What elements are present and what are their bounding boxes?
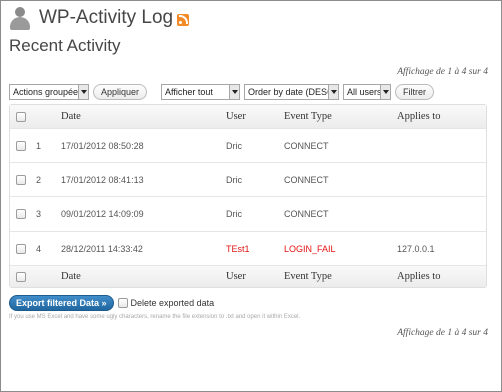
table-row: 2 17/01/2012 08:41:13 Dric CONNECT [10,162,486,196]
column-footer-date[interactable]: Date [61,266,81,287]
row-number: 1 [36,140,42,151]
users-select[interactable]: All users [343,84,392,100]
header: WP-Activity Log [9,5,190,31]
delete-exported-data-label: Delete exported data [130,298,215,308]
row-checkbox[interactable] [16,243,26,254]
row-user: Dric [226,209,242,219]
column-header-applies-to[interactable]: Applies to [397,105,440,128]
chevron-down-icon [380,85,391,99]
chevron-down-icon [328,85,339,99]
select-all-checkbox[interactable] [16,111,26,122]
row-date: 09/01/2012 14:09:09 [61,209,144,219]
table-footer-row: Date User Event Type Applies to [10,265,486,287]
select-all-checkbox-footer[interactable] [16,271,26,282]
column-footer-event-type[interactable]: Event Type [284,266,332,287]
row-number: 2 [36,174,42,185]
row-number: 3 [36,209,42,219]
user-avatar-icon [9,6,31,30]
toolbar: Actions groupées Appliquer Afficher tout… [9,83,435,101]
order-select[interactable]: Order by date (DESC) [244,84,340,100]
row-date: 17/01/2012 08:41:13 [61,174,144,185]
export-filtered-data-button[interactable]: Export filtered Data » [9,295,114,311]
row-checkbox[interactable] [16,174,26,185]
row-user: Dric [226,174,242,185]
row-applies-to: 127.0.0.1 [397,243,435,254]
pagination-info-top: Affichage de 1 à 4 sur 4 [397,67,488,77]
row-date: 17/01/2012 08:50:28 [61,140,144,151]
chevron-down-icon [78,85,88,99]
column-footer-user[interactable]: User [226,266,246,287]
row-checkbox[interactable] [16,209,26,219]
users-label: All users [347,87,382,97]
table-row: 3 09/01/2012 14:09:09 Dric CONNECT [10,196,486,231]
order-label: Order by date (DESC) [248,87,337,97]
row-checkbox[interactable] [16,140,26,151]
row-event-type: CONNECT [284,209,329,219]
column-header-event-type[interactable]: Event Type [284,105,332,128]
page-title: Recent Activity [9,36,121,55]
show-filter-label: Afficher tout [165,87,213,97]
row-event-type: LOGIN_FAIL [284,243,336,254]
excel-hint-text: If you use MS Excel and have some ugly c… [9,314,301,320]
pagination-info-bottom: Affichage de 1 à 4 sur 4 [397,328,488,338]
column-header-date[interactable]: Date [61,105,81,128]
table-row: 4 28/12/2011 14:33:42 TEst1 LOGIN_FAIL 1… [10,231,486,265]
export-area: Export filtered Data » Delete exported d… [9,295,214,311]
rss-feed-icon[interactable] [177,14,190,26]
chevron-down-icon [229,85,240,99]
show-filter-select[interactable]: Afficher tout [161,84,241,100]
row-number: 4 [36,243,42,254]
row-event-type: CONNECT [284,174,329,185]
row-event-type: CONNECT [284,140,329,151]
row-user: Dric [226,140,242,151]
filter-button[interactable]: Filtrer [395,84,435,100]
column-header-user[interactable]: User [226,105,246,128]
apply-button[interactable]: Appliquer [93,84,148,100]
bulk-actions-select[interactable]: Actions groupées [9,84,89,100]
table-row: 1 17/01/2012 08:50:28 Dric CONNECT [10,128,486,162]
row-date: 28/12/2011 14:33:42 [61,243,143,254]
bulk-actions-label: Actions groupées [13,87,83,97]
column-footer-applies-to[interactable]: Applies to [397,266,440,287]
app-title: WP-Activity Log [39,7,174,28]
row-user: TEst1 [226,243,250,254]
delete-exported-data-checkbox[interactable] [117,298,128,308]
activity-table: Date User Event Type Applies to 1 17/01/… [9,104,487,288]
table-header-row: Date User Event Type Applies to [10,105,486,128]
